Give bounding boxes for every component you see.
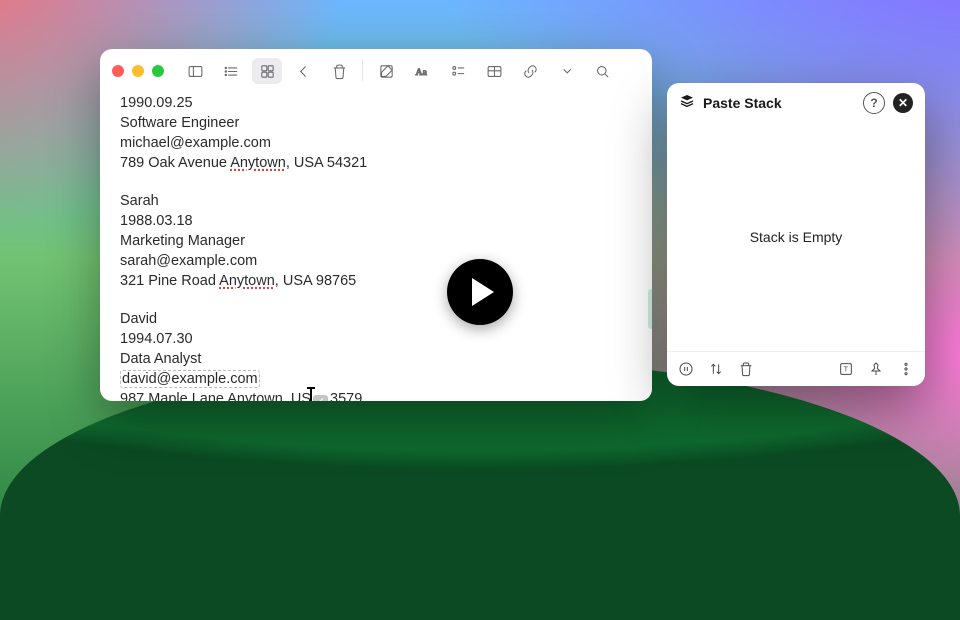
toolbar-divider — [362, 61, 363, 81]
clear-stack-button[interactable] — [737, 360, 755, 378]
list-view-button[interactable] — [216, 58, 246, 84]
trash-button[interactable] — [324, 58, 354, 84]
checklist-button[interactable] — [443, 58, 473, 84]
svg-text:Aa: Aa — [415, 67, 427, 78]
pause-button[interactable] — [677, 360, 695, 378]
help-button[interactable]: ? — [863, 92, 885, 114]
play-button[interactable] — [447, 259, 513, 325]
sort-button[interactable] — [707, 360, 725, 378]
note-line-selected: david@example.com — [120, 370, 260, 388]
window-traffic-lights — [112, 65, 164, 77]
paste-stack-body: Stack is Empty — [667, 123, 925, 351]
autocorrect-chip-icon[interactable]: ✓ — [313, 395, 328, 401]
more-button[interactable] — [551, 58, 581, 84]
note-line: 1990.09.25 — [120, 95, 193, 111]
note-line: David — [120, 311, 157, 327]
note-line: Data Analyst — [120, 351, 201, 367]
note-line: 987 Maple Lane Anytown, US✓3579 — [120, 391, 362, 401]
minimize-window-button[interactable] — [132, 65, 144, 77]
font-button[interactable]: Aa — [407, 58, 437, 84]
svg-text:T: T — [844, 365, 849, 374]
sidebar-toggle-button[interactable] — [180, 58, 210, 84]
note-entry-2: David 1994.07.30 Data Analyst david@exam… — [120, 309, 632, 401]
window-resize-handle[interactable] — [648, 289, 652, 329]
paste-stack-footer: T — [667, 351, 925, 386]
note-line: 789 Oak Avenue Anytown, USA 54321 — [120, 155, 367, 171]
close-button[interactable]: ✕ — [893, 93, 913, 113]
link-button[interactable] — [515, 58, 545, 84]
paste-stack-header: Paste Stack ? ✕ — [667, 83, 925, 123]
notes-toolbar: Aa — [100, 49, 652, 93]
note-line: Marketing Manager — [120, 233, 245, 249]
more-options-button[interactable] — [897, 360, 915, 378]
pin-button[interactable] — [867, 360, 885, 378]
notes-window: Aa 1990.09.25 Software Engineer michael@… — [100, 49, 652, 401]
note-entry-1: Sarah 1988.03.18 Marketing Manager sarah… — [120, 191, 632, 291]
paste-stack-panel: Paste Stack ? ✕ Stack is Empty T — [667, 83, 925, 386]
note-line: 1994.07.30 — [120, 331, 193, 347]
compose-button[interactable] — [371, 58, 401, 84]
note-content[interactable]: 1990.09.25 Software Engineer michael@exa… — [100, 93, 652, 401]
back-button[interactable] — [288, 58, 318, 84]
stack-icon — [679, 93, 695, 114]
note-line: michael@example.com — [120, 135, 271, 151]
note-line: 321 Pine Road Anytown, USA 98765 — [120, 273, 356, 289]
note-line: 1988.03.18 — [120, 213, 193, 229]
zoom-window-button[interactable] — [152, 65, 164, 77]
grid-view-button[interactable] — [252, 58, 282, 84]
table-button[interactable] — [479, 58, 509, 84]
text-mode-button[interactable]: T — [837, 360, 855, 378]
note-line: sarah@example.com — [120, 253, 257, 269]
empty-state-label: Stack is Empty — [750, 229, 843, 245]
search-button[interactable] — [587, 58, 617, 84]
close-window-button[interactable] — [112, 65, 124, 77]
paste-stack-title: Paste Stack — [703, 95, 855, 111]
note-line: Software Engineer — [120, 115, 239, 131]
note-line: Sarah — [120, 193, 159, 209]
note-entry-0: 1990.09.25 Software Engineer michael@exa… — [120, 93, 632, 173]
